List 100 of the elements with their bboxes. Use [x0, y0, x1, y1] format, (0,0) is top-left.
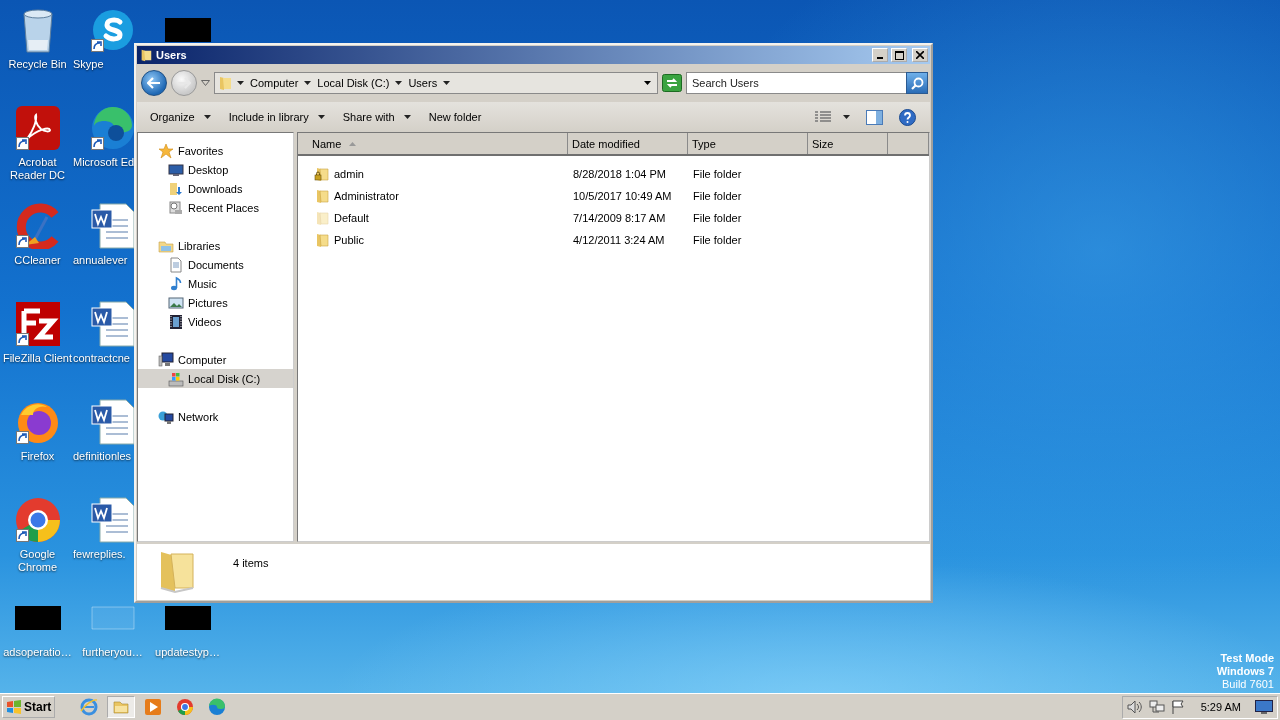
recent-places-icon — [168, 199, 184, 216]
search-button[interactable] — [906, 72, 928, 94]
filezilla-icon[interactable] — [14, 301, 61, 347]
navigation-label: Favorites — [178, 144, 224, 157]
word-document-icon[interactable] — [90, 398, 136, 446]
system-notice-text: Build 7601 — [1222, 678, 1274, 691]
help-button[interactable] — [899, 108, 916, 126]
breadcrumb[interactable]: Local Disk (C:) — [315, 77, 392, 89]
file-name: admin — [334, 168, 364, 180]
details-view-icon — [815, 111, 831, 123]
file-row[interactable]: Public 4/12/2011 3:24 AM File folder — [298, 229, 929, 251]
shortcut-arrow-icon — [91, 137, 104, 150]
system-notice-text: Windows 7 — [1216, 665, 1274, 678]
desktop-icon-label: Firefox — [20, 450, 55, 463]
navigation-item[interactable]: Local Disk (C:) — [138, 369, 293, 388]
preview-pane-button[interactable] — [866, 109, 883, 125]
desktop-icon-label: Acrobat Reader DC — [9, 156, 66, 182]
back-button[interactable] — [141, 70, 167, 96]
caret-icon — [443, 81, 451, 85]
navigation-item[interactable]: Libraries — [138, 236, 293, 255]
type-cell-text: File folder — [692, 168, 743, 180]
skype-icon[interactable] — [91, 8, 135, 52]
desktop-icon-label: Microsoft Ed — [73, 156, 135, 169]
navigation-item[interactable]: Favorites — [138, 141, 293, 160]
toolbar-button[interactable]: New folder — [421, 108, 489, 126]
close-button[interactable] — [912, 48, 928, 62]
edge-browser-icon — [208, 698, 227, 716]
address-bar[interactable]: Computer Local Disk (C:) Users — [214, 72, 658, 94]
maximize-button[interactable] — [891, 48, 907, 62]
navigation-item[interactable]: Pictures — [138, 293, 293, 312]
caret-icon — [237, 81, 244, 85]
document-icon — [168, 256, 184, 273]
toolbar-button[interactable]: Share with — [335, 108, 418, 126]
navigation-label: Recent Places — [188, 201, 259, 214]
shortcut-arrow-icon — [15, 137, 29, 150]
word-document-icon[interactable] — [90, 300, 136, 348]
shortcut-arrow-icon — [15, 529, 29, 542]
browser-e-icon — [80, 698, 99, 716]
desktop-icon-label: updatestyp… — [155, 646, 220, 659]
computer-icon — [158, 351, 174, 368]
history-dropdown[interactable] — [201, 80, 210, 86]
pdf-reader-icon[interactable] — [14, 105, 61, 151]
column-header[interactable]: Date modified — [568, 133, 688, 154]
column-header[interactable]: Size — [808, 133, 888, 154]
minimize-button[interactable] — [872, 48, 888, 62]
folder-icon — [139, 48, 153, 62]
navigation-item[interactable]: Desktop — [138, 160, 293, 179]
date-cell-text: 10/5/2017 10:49 AM — [572, 190, 673, 202]
navigation-item[interactable]: Network — [138, 407, 293, 426]
chrome-icon — [176, 698, 195, 716]
file-row[interactable]: Administrator 10/5/2017 10:49 AM File folder — [298, 185, 929, 207]
breadcrumb[interactable]: Computer — [248, 77, 301, 89]
navigation-item[interactable]: Music — [138, 274, 293, 293]
column-header[interactable]: Type — [688, 133, 808, 154]
column-header[interactable]: Name — [298, 133, 568, 154]
view-options-button[interactable] — [815, 111, 850, 123]
desktop-icon-label: furtheryou… — [82, 646, 143, 659]
file-row[interactable]: Default 7/14/2009 8:17 AM File folder — [298, 207, 929, 229]
search-field[interactable]: Search Users — [686, 72, 906, 94]
blacked-out-thumbnail[interactable] — [14, 606, 61, 630]
type-cell-text: File folder — [692, 234, 743, 246]
flag-icon[interactable] — [1170, 700, 1185, 714]
toolbar-button[interactable]: Organize — [143, 108, 218, 126]
sort-arrow-icon — [349, 141, 357, 146]
shortcut-arrow-icon — [91, 39, 104, 52]
navigation-item[interactable]: Videos — [138, 312, 293, 331]
ccleaner-icon[interactable] — [14, 203, 61, 249]
navigation-label: Downloads — [188, 182, 243, 195]
refresh-button[interactable] — [662, 74, 682, 92]
desktop-icon-label: CCleaner — [14, 254, 61, 267]
start-button[interactable]: Start — [2, 696, 56, 718]
word-document-icon[interactable] — [90, 202, 136, 250]
navigation-item[interactable]: Downloads — [138, 179, 293, 198]
network-icon[interactable] — [1148, 700, 1165, 714]
caret-icon — [317, 115, 325, 119]
dropdown-caret-icon — [644, 81, 651, 85]
monitor-icon — [168, 161, 184, 178]
navigation-label: Videos — [188, 315, 222, 328]
navigation-item[interactable]: Computer — [138, 350, 293, 369]
navigation-item[interactable]: Documents — [138, 255, 293, 274]
blacked-out-thumbnail[interactable] — [164, 606, 211, 630]
edge-browser-icon[interactable] — [90, 105, 136, 151]
desktop-icon-label: adsoperatio… — [3, 646, 72, 659]
caret-icon — [304, 81, 312, 85]
navigation-item[interactable]: Recent Places — [138, 198, 293, 217]
clock[interactable]: 5:29 AM — [1200, 701, 1241, 713]
system-notice-text: Test Mode — [1220, 652, 1274, 665]
chrome-icon[interactable] — [13, 496, 62, 544]
type-cell-text: File folder — [692, 212, 743, 224]
speaker-icon[interactable] — [1126, 700, 1143, 714]
toolbar-button[interactable]: Include in library — [221, 108, 332, 126]
file-row[interactable]: admin 8/28/2018 1:04 PM File folder — [298, 163, 929, 185]
breadcrumb[interactable]: Users — [406, 77, 440, 89]
blacked-out-thumbnail[interactable] — [164, 18, 211, 42]
word-document-icon[interactable] — [90, 496, 136, 544]
play-icon — [144, 698, 163, 716]
show-desktop-icon[interactable] — [1255, 700, 1273, 714]
navigation-label: Network — [178, 410, 219, 423]
navigation-label: Documents — [188, 258, 244, 271]
blank-thumbnail[interactable] — [90, 606, 135, 630]
